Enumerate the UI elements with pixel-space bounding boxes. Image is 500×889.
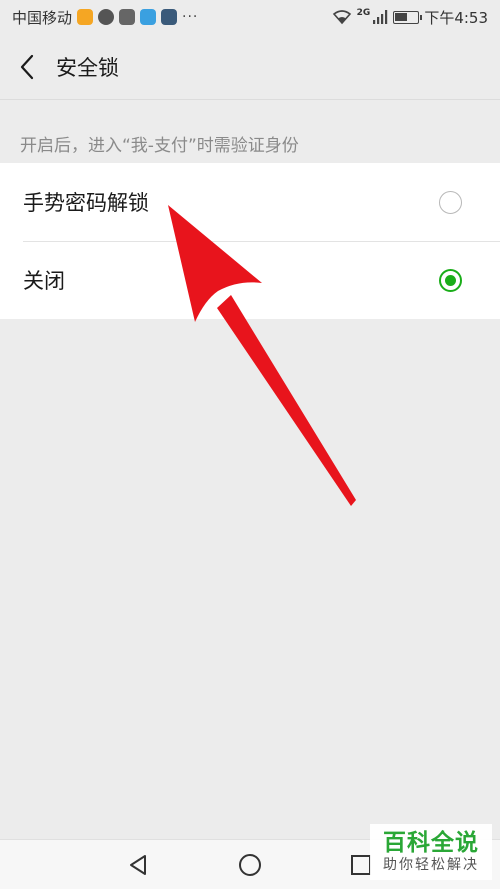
weibo-app-icon	[77, 9, 94, 25]
status-bar: 中国移动 ··· 2G 下午4:53	[0, 0, 500, 34]
battery-icon	[393, 10, 423, 24]
option-gesture-password[interactable]: 手势密码解锁	[0, 163, 500, 241]
option-off[interactable]: 关闭	[0, 241, 500, 319]
circle-home-icon[interactable]	[237, 852, 263, 878]
header-bar: 安全锁	[0, 34, 500, 100]
back-button[interactable]	[0, 34, 54, 100]
watermark: 百科全说 助你轻松解决	[370, 824, 492, 880]
paper-plane-app-icon	[140, 9, 157, 25]
watermark-title: 百科全说	[383, 830, 479, 856]
battery-level	[395, 12, 408, 21]
network-type-label: 2G	[356, 8, 371, 18]
watermark-subtitle: 助你轻松解决	[383, 857, 479, 873]
signal-icon	[373, 10, 388, 24]
status-left: 中国移动 ···	[12, 7, 198, 28]
triangle-back-icon[interactable]	[126, 852, 152, 878]
status-right: 2G 下午4:53	[332, 7, 488, 28]
browser-app-icon	[98, 9, 115, 25]
chevron-left-icon	[20, 54, 34, 79]
radio-button[interactable]	[439, 268, 462, 292]
wallet-app-icon	[119, 9, 136, 25]
option-label: 关闭	[23, 269, 65, 293]
image-app-icon	[161, 9, 178, 25]
annotation-arrow-shaft	[217, 295, 356, 506]
wifi-icon	[332, 10, 351, 25]
page-title: 安全锁	[56, 55, 119, 80]
radio-selected-dot	[445, 274, 456, 286]
radio-button[interactable]	[439, 190, 462, 214]
overflow-dots-icon: ···	[182, 9, 199, 25]
clock-label: 下午4:53	[424, 8, 488, 27]
lock-options-list: 手势密码解锁 关闭	[0, 163, 500, 319]
carrier-label: 中国移动	[12, 8, 73, 27]
section-hint: 开启后，进入“我-支付”时需验证身份	[20, 136, 299, 156]
option-label: 手势密码解锁	[23, 191, 149, 215]
